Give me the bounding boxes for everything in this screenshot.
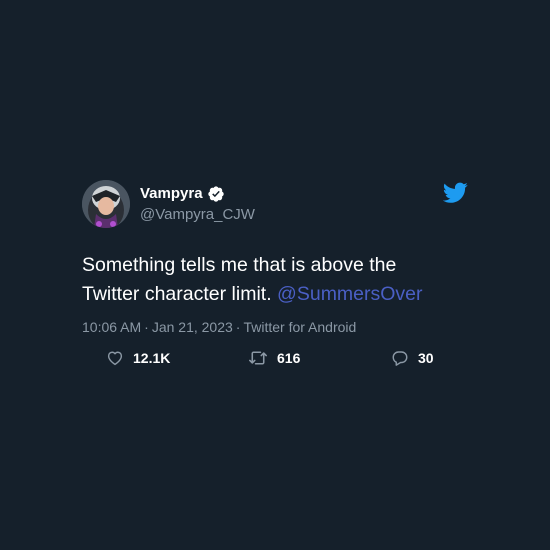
mention-link[interactable]: @SummersOver (277, 283, 422, 305)
retweet-icon (248, 349, 268, 367)
tweet-card: Vampyra @Vampyra_CJW Something tells me … (82, 180, 470, 380)
tweet-date[interactable]: Jan 21, 2023 (152, 319, 233, 335)
reply-icon (391, 349, 409, 367)
meta-separator: · (235, 319, 241, 335)
tweet-source[interactable]: Twitter for Android (243, 319, 356, 335)
tweet-metadata: 10:06 AM · Jan 21, 2023 · Twitter for Androi… (82, 318, 356, 336)
tweet-time[interactable]: 10:06 AM (82, 319, 141, 335)
retweet-count: 616 (277, 350, 301, 366)
twitter-bird-icon[interactable] (442, 182, 468, 204)
tweet-text: Something tells me that is above the Twi… (82, 251, 472, 309)
user-info: Vampyra @Vampyra_CJW (140, 184, 255, 225)
heart-icon (106, 349, 124, 367)
display-name[interactable]: Vampyra (140, 184, 203, 204)
tweet-text-line-1: Something tells me that is above the (82, 254, 397, 276)
tweet-text-line-2-body: Twitter character limit. (82, 283, 272, 305)
like-count: 12.1K (133, 350, 171, 366)
avatar[interactable] (82, 180, 130, 228)
tweet-text-line-2: Twitter character limit. @SummersOver (82, 280, 472, 309)
meta-separator: · (144, 319, 149, 335)
display-name-row: Vampyra (140, 184, 255, 204)
verified-badge-icon (207, 185, 225, 203)
user-handle[interactable]: @Vampyra_CJW (140, 205, 255, 225)
avatar-image (82, 180, 130, 228)
like-button[interactable]: 12.1K (106, 348, 170, 368)
reply-count: 30 (418, 350, 434, 366)
reply-button[interactable]: 30 (391, 348, 434, 368)
retweet-button[interactable]: 616 (248, 348, 300, 368)
